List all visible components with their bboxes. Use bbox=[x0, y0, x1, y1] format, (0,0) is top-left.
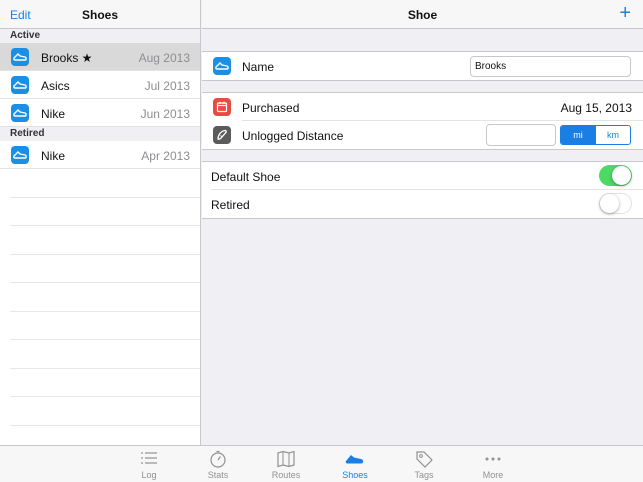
detail-title: Shoe bbox=[407, 8, 438, 22]
purchased-date: Aug 15, 2013 bbox=[560, 101, 632, 115]
section-header-retired: Retired bbox=[0, 127, 200, 141]
shoes-list-panel: Edit Shoes Active Brooks ★ Aug 2013 Asic… bbox=[0, 0, 201, 445]
tab-bar: Log Stats Routes Shoes Tags More bbox=[0, 445, 643, 482]
retired-toggle[interactable] bbox=[599, 193, 632, 214]
distance-input[interactable] bbox=[486, 124, 556, 146]
retired-cell: Retired bbox=[202, 190, 643, 218]
shoe-date: Jul 2013 bbox=[144, 79, 190, 93]
empty-row bbox=[10, 255, 200, 283]
tab-routes[interactable]: Routes bbox=[256, 446, 316, 482]
name-field[interactable] bbox=[470, 56, 631, 77]
app: Edit Shoes Active Brooks ★ Aug 2013 Asic… bbox=[0, 0, 643, 445]
name-cell: Name bbox=[202, 52, 643, 80]
toggles-group: Default Shoe Retired bbox=[202, 161, 643, 219]
purchased-cell[interactable]: Purchased Aug 15, 2013 bbox=[202, 93, 643, 121]
tab-stats[interactable]: Stats bbox=[188, 446, 248, 482]
toggle-knob bbox=[612, 166, 631, 185]
empty-row bbox=[10, 198, 200, 226]
empty-rows bbox=[0, 169, 200, 445]
tab-label: Stats bbox=[207, 470, 229, 480]
shoe-name: Brooks ★ bbox=[41, 51, 93, 65]
shoe-name: Nike bbox=[41, 149, 66, 163]
stopwatch-icon bbox=[207, 450, 229, 468]
shoe-detail-panel: Shoe + Name Purchased Aug 15, 2013 bbox=[202, 0, 643, 445]
empty-row bbox=[10, 312, 200, 340]
distance-shoe-icon bbox=[213, 126, 231, 144]
empty-row bbox=[10, 369, 200, 397]
detail-navbar: Shoe + bbox=[202, 0, 643, 29]
shoe-icon bbox=[11, 76, 29, 94]
default-shoe-label: Default Shoe bbox=[211, 170, 281, 184]
master-title: Shoes bbox=[81, 8, 118, 22]
section-header-active: Active bbox=[0, 29, 200, 43]
list-item[interactable]: Nike Apr 2013 bbox=[0, 141, 200, 169]
unit-segmented-control: mi km bbox=[560, 125, 631, 145]
shoe-date: Aug 2013 bbox=[138, 51, 190, 65]
tab-log[interactable]: Log bbox=[119, 446, 179, 482]
shoe-date: Jun 2013 bbox=[140, 107, 190, 121]
map-icon bbox=[275, 450, 297, 468]
default-shoe-cell: Default Shoe bbox=[202, 162, 643, 190]
shoe-icon bbox=[11, 104, 29, 122]
add-shoe-button[interactable]: + bbox=[619, 2, 631, 24]
unlogged-distance-label: Unlogged Distance bbox=[242, 129, 344, 143]
default-shoe-toggle[interactable] bbox=[599, 165, 632, 186]
unlogged-distance-cell: Unlogged Distance mi km bbox=[202, 121, 643, 149]
purchased-label: Purchased bbox=[242, 101, 300, 115]
tag-icon bbox=[413, 450, 435, 468]
calendar-icon bbox=[213, 98, 231, 116]
shoe-date: Apr 2013 bbox=[141, 149, 190, 163]
tab-label: More bbox=[482, 470, 504, 480]
empty-row bbox=[10, 426, 200, 446]
empty-row bbox=[10, 226, 200, 255]
empty-row bbox=[10, 340, 200, 369]
shoe-icon bbox=[11, 146, 29, 164]
purchase-group: Purchased Aug 15, 2013 Unlogged Distance… bbox=[202, 92, 643, 150]
unit-km-segment[interactable]: km bbox=[595, 126, 630, 144]
empty-row bbox=[10, 283, 200, 312]
list-item[interactable]: Brooks ★ Aug 2013 bbox=[0, 43, 200, 71]
list-item[interactable]: Nike Jun 2013 bbox=[0, 99, 200, 127]
tab-more[interactable]: More bbox=[463, 446, 523, 482]
master-navbar: Edit Shoes bbox=[0, 0, 200, 29]
unit-mi-segment[interactable]: mi bbox=[561, 126, 595, 144]
shoe-name: Asics bbox=[41, 79, 70, 93]
empty-row bbox=[10, 397, 200, 426]
ellipsis-icon bbox=[482, 450, 504, 468]
tab-label: Routes bbox=[271, 470, 301, 480]
shoe-icon bbox=[213, 57, 231, 75]
shoe-name: Nike bbox=[41, 107, 66, 121]
shoes-list: Active Brooks ★ Aug 2013 Asics Jul 2013 bbox=[0, 29, 200, 445]
tab-label: Log bbox=[141, 470, 157, 480]
empty-row bbox=[10, 169, 200, 198]
list-item[interactable]: Asics Jul 2013 bbox=[0, 71, 200, 99]
retired-label: Retired bbox=[211, 198, 250, 212]
shoe-icon bbox=[344, 450, 366, 468]
toggle-knob bbox=[600, 194, 619, 213]
tab-tags[interactable]: Tags bbox=[394, 446, 454, 482]
name-group: Name bbox=[202, 51, 643, 81]
name-label: Name bbox=[242, 60, 275, 74]
tab-label: Shoes bbox=[342, 470, 368, 480]
list-icon bbox=[138, 450, 160, 468]
shoe-icon bbox=[11, 48, 29, 66]
tab-label: Tags bbox=[414, 470, 434, 480]
tab-shoes[interactable]: Shoes bbox=[325, 446, 385, 482]
